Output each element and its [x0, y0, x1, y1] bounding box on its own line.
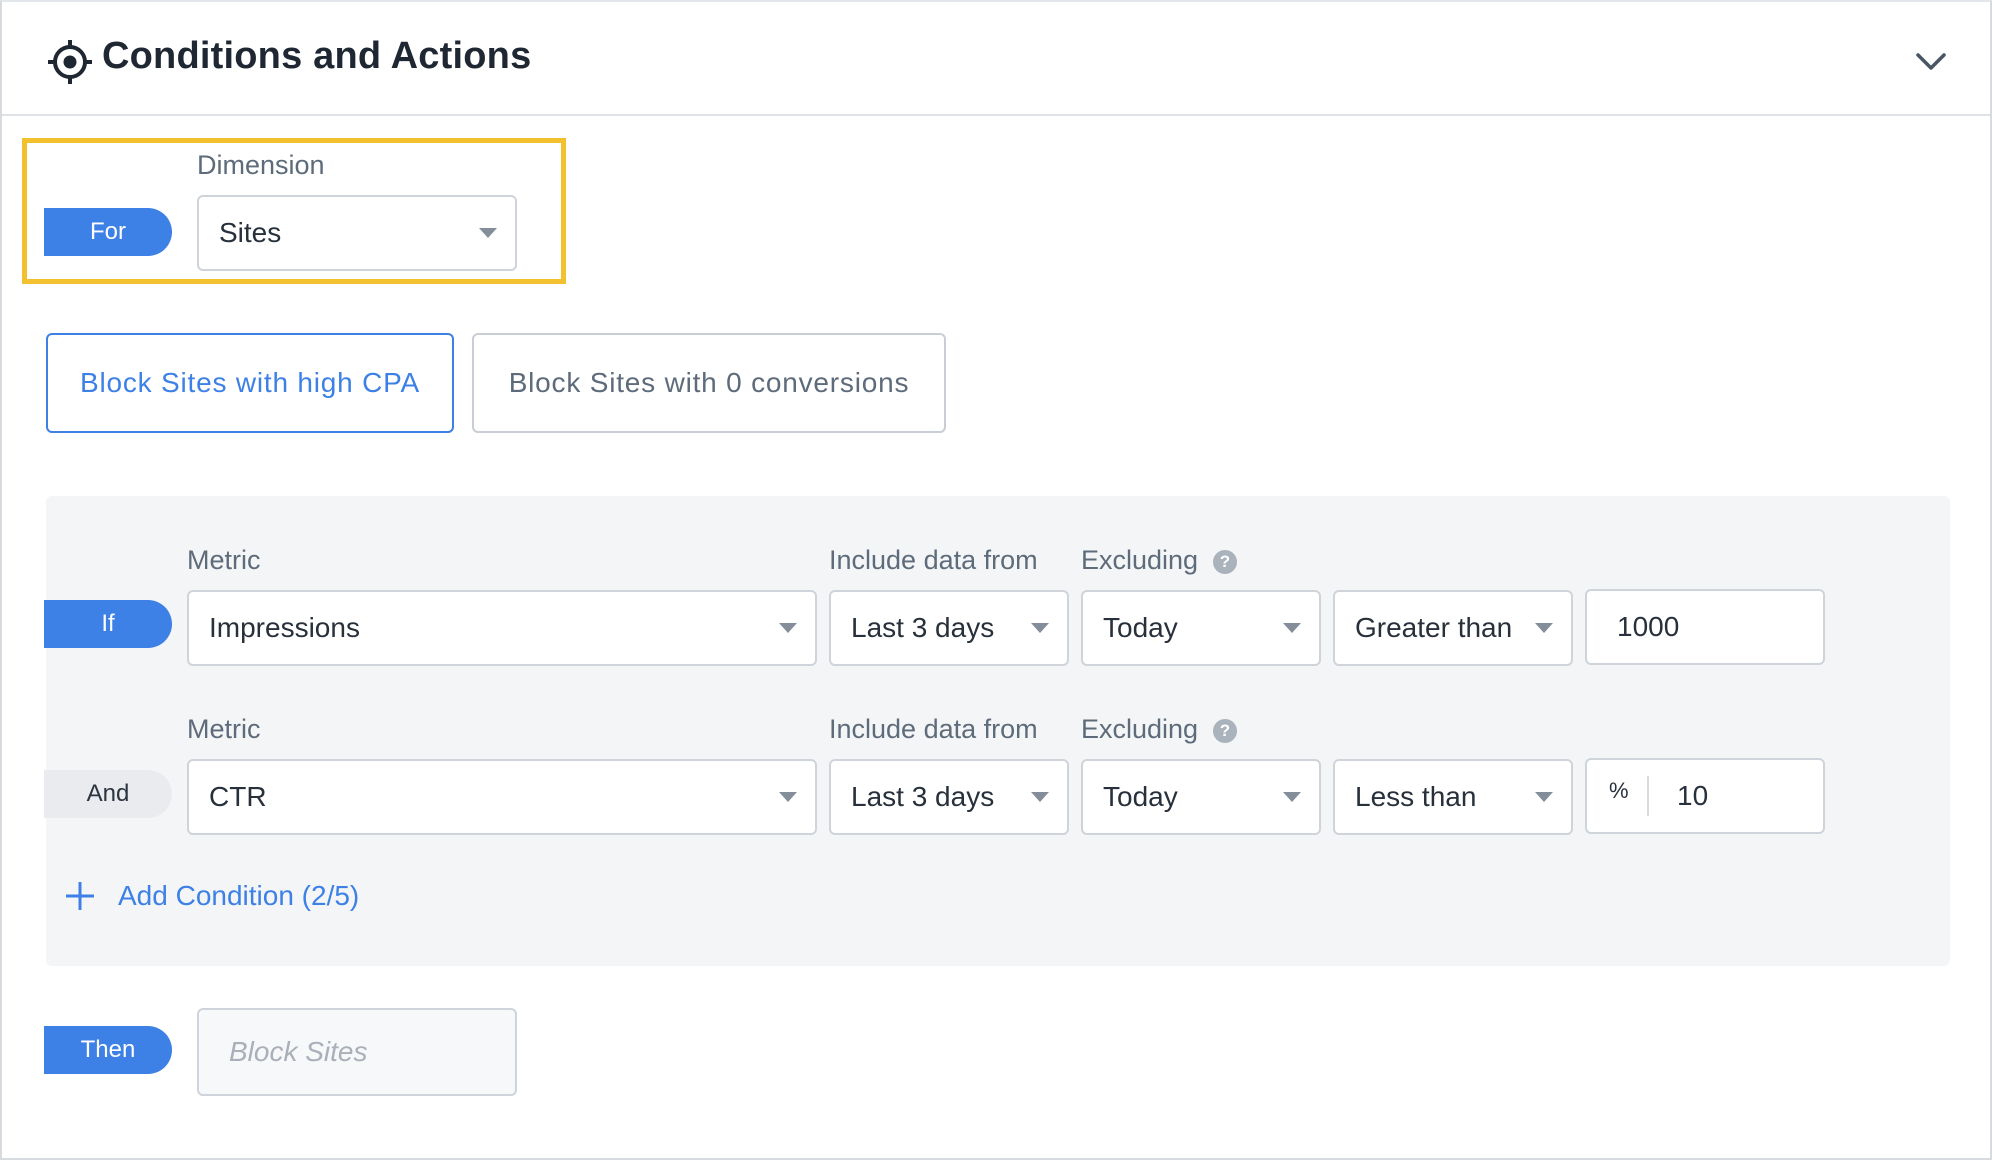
metric-select[interactable]: Impressions — [187, 590, 817, 666]
threshold-input-value: 1000 — [1617, 611, 1680, 642]
caret-down-icon — [779, 623, 797, 633]
metric-select[interactable]: CTR — [187, 759, 817, 835]
metric-select-value: Impressions — [209, 612, 360, 643]
include-data-select-value: Last 3 days — [851, 781, 995, 812]
then-pill: Then — [44, 1026, 172, 1074]
operator-select[interactable]: Less than — [1333, 759, 1573, 835]
excluding-label: Excluding — [1081, 545, 1199, 575]
section-header[interactable]: Conditions and Actions — [2, 2, 1990, 116]
dimension-select[interactable]: Sites — [197, 195, 517, 271]
caret-down-icon — [1535, 623, 1553, 633]
dimension-label: Dimension — [197, 150, 325, 180]
operator-select-value: Greater than — [1355, 612, 1513, 643]
caret-down-icon — [779, 792, 797, 802]
plus-icon — [66, 882, 94, 910]
excluding-select-value: Today — [1103, 781, 1178, 812]
excluding-select[interactable]: Today — [1081, 590, 1321, 666]
excluding-label: Excluding — [1081, 714, 1199, 744]
section-title: Conditions and Actions — [102, 35, 532, 77]
include-data-select[interactable]: Last 3 days — [829, 759, 1069, 835]
conditions-and-actions-panel: Conditions and Actions For Dimension Sit… — [0, 0, 1992, 1160]
include-data-select-value: Last 3 days — [851, 612, 995, 643]
preset-block-zero-conversions-button[interactable]: Block Sites with 0 conversions — [472, 333, 946, 433]
add-condition-button[interactable]: Add Condition (2/5) — [64, 876, 359, 916]
caret-down-icon — [479, 228, 497, 238]
include-data-select[interactable]: Last 3 days — [829, 590, 1069, 666]
chevron-down-icon[interactable] — [1914, 44, 1948, 78]
threshold-input[interactable]: 1000 — [1585, 589, 1825, 665]
caret-down-icon — [1535, 792, 1553, 802]
preset-block-high-cpa-button[interactable]: Block Sites with high CPA — [46, 333, 454, 433]
include-data-label: Include data from — [829, 545, 1038, 575]
caret-down-icon — [1283, 792, 1301, 802]
for-pill: For — [44, 208, 172, 256]
target-icon — [48, 40, 92, 84]
prefix-divider — [1647, 776, 1649, 816]
help-icon[interactable]: ? — [1213, 719, 1237, 743]
action-placeholder: Block Sites — [229, 1036, 368, 1067]
if-pill: If — [44, 600, 172, 648]
excluding-select[interactable]: Today — [1081, 759, 1321, 835]
add-condition-label: Add Condition (2/5) — [118, 880, 360, 911]
metric-label: Metric — [187, 545, 261, 575]
operator-select[interactable]: Greater than — [1333, 590, 1573, 666]
metric-select-value: CTR — [209, 781, 267, 812]
percent-prefix: % — [1609, 778, 1629, 803]
include-data-label: Include data from — [829, 714, 1038, 744]
operator-select-value: Less than — [1355, 781, 1477, 812]
action-select[interactable]: Block Sites — [197, 1008, 517, 1096]
help-icon[interactable]: ? — [1213, 550, 1237, 574]
threshold-percent-input[interactable]: % 10 — [1585, 758, 1825, 834]
dimension-select-value: Sites — [219, 217, 282, 248]
threshold-input-value: 10 — [1677, 780, 1709, 811]
metric-label: Metric — [187, 714, 261, 744]
excluding-select-value: Today — [1103, 612, 1178, 643]
caret-down-icon — [1031, 792, 1049, 802]
caret-down-icon — [1031, 623, 1049, 633]
and-pill: And — [44, 770, 172, 818]
caret-down-icon — [1283, 623, 1301, 633]
